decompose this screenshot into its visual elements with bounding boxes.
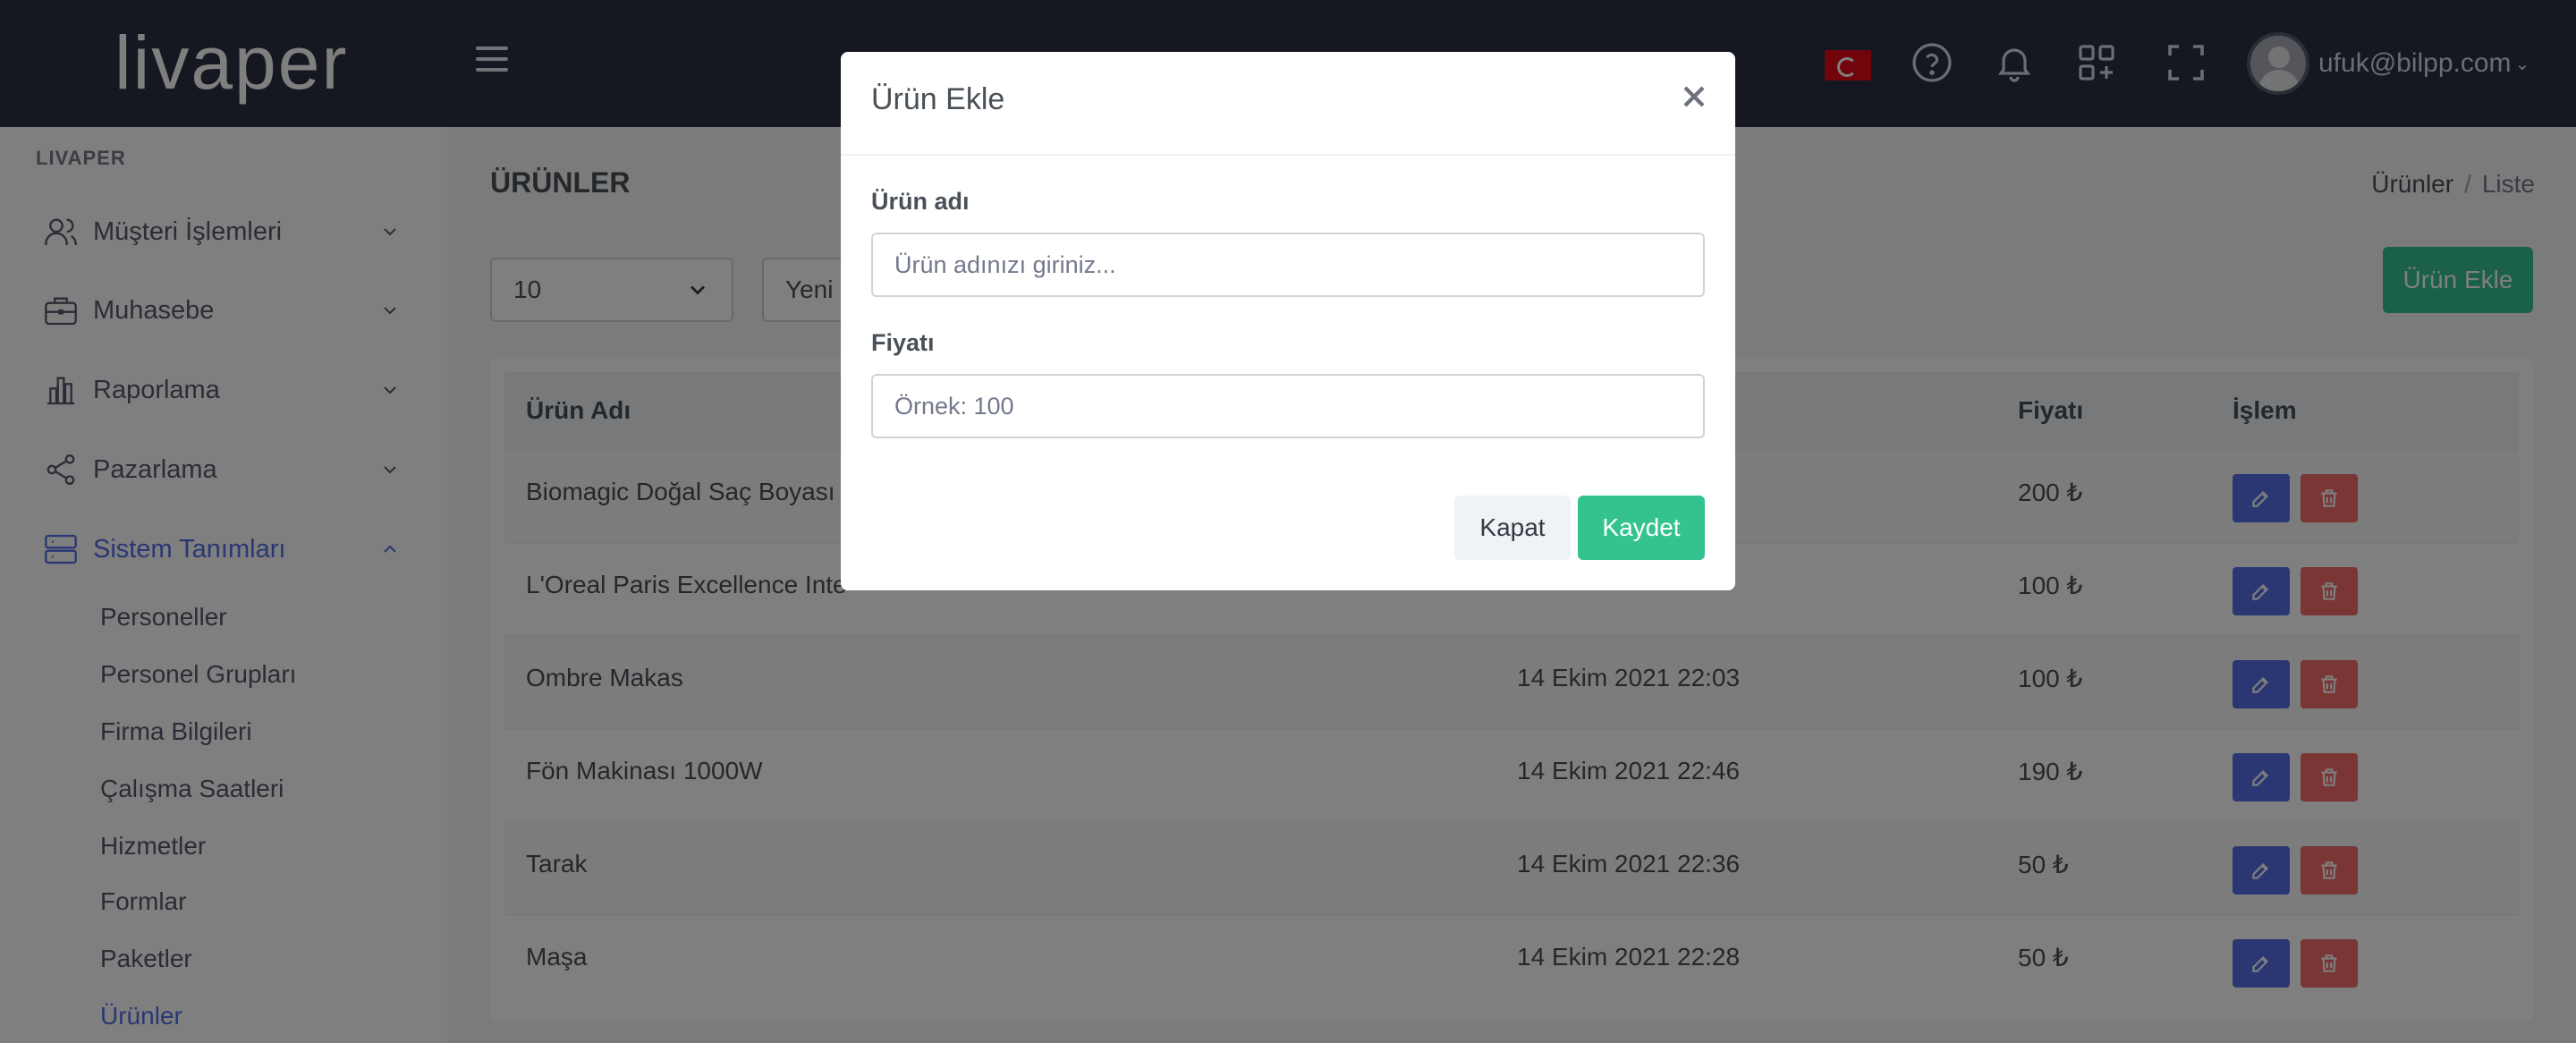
product-name-input[interactable] [871, 233, 1705, 297]
modal-title: Ürün Ekle [871, 82, 1005, 116]
modal-header: Ürün Ekle [841, 52, 1735, 156]
save-button[interactable]: Kaydet [1578, 496, 1705, 560]
close-button[interactable]: Kapat [1454, 496, 1571, 560]
add-product-modal: Ürün Ekle Ürün adı Fiyatı Kapat Kaydet [841, 52, 1735, 590]
product-name-label: Ürün adı [871, 188, 970, 215]
price-label: Fiyatı [871, 329, 935, 356]
close-icon[interactable] [1676, 79, 1712, 114]
price-input[interactable] [871, 374, 1705, 438]
